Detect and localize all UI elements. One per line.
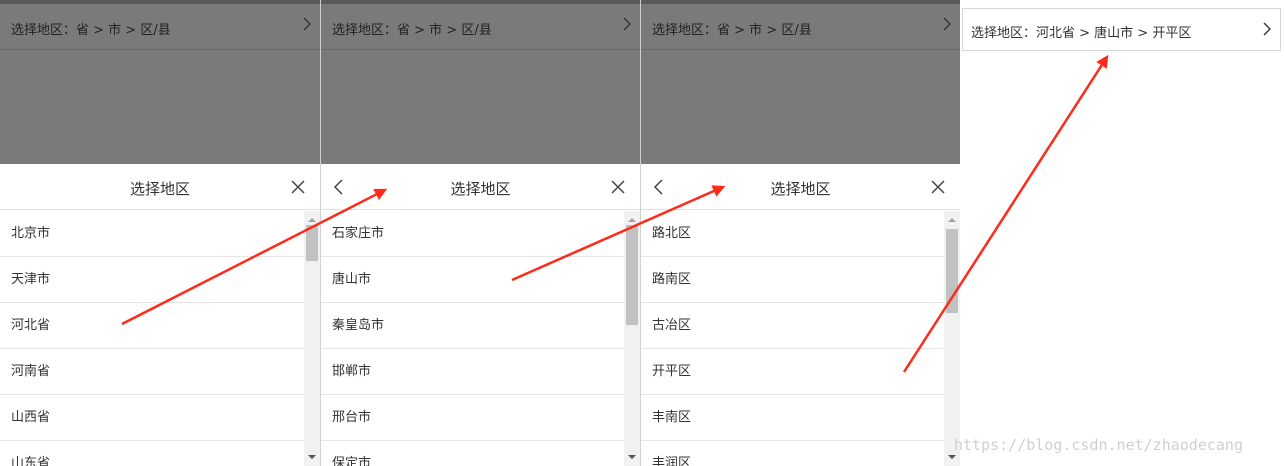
scrollbar-thumb[interactable] <box>306 225 318 261</box>
close-icon[interactable] <box>610 179 626 195</box>
scroll-up-arrow-icon[interactable] <box>308 218 316 222</box>
sheet-title: 选择地区 <box>770 180 831 198</box>
region-sheet: 选择地区 北京市 天津市 河北省 河南省 山西省 山东省 <box>0 164 320 466</box>
chevron-right-icon <box>623 17 631 31</box>
scroll-down-arrow-icon[interactable] <box>628 455 636 459</box>
list-item[interactable]: 邢台市 <box>321 395 624 441</box>
sheet-title: 选择地区 <box>450 180 511 198</box>
sheet-header: 选择地区 <box>321 164 640 210</box>
region-selector-row[interactable]: 选择地区：省 > 市 > 区/县 <box>321 4 640 50</box>
region-selector-row[interactable]: 选择地区：河北省 > 唐山市 > 开平区 <box>962 8 1281 51</box>
region-picker-province-step: 选择地区：省 > 市 > 区/县 选择地区 北京市 天津市 河北省 河南省 山西… <box>0 0 320 466</box>
sheet-header: 选择地区 <box>641 164 960 210</box>
scrollbar-thumb[interactable] <box>946 229 958 313</box>
scroll-down-arrow-icon[interactable] <box>948 455 956 459</box>
scrollbar[interactable] <box>944 211 960 466</box>
list-item[interactable]: 丰润区 <box>641 441 944 466</box>
region-list: 路北区 路南区 古冶区 开平区 丰南区 丰润区 <box>641 211 944 466</box>
chevron-right-icon <box>943 17 951 31</box>
region-selector-text: 选择地区：省 > 市 > 区/县 <box>11 23 171 38</box>
sheet-header: 选择地区 <box>0 164 320 210</box>
chevron-right-icon <box>303 17 311 31</box>
list-item[interactable]: 山东省 <box>0 441 304 466</box>
region-picker-district-step: 选择地区：省 > 市 > 区/县 选择地区 路北区 路南区 古冶区 开平区 丰南… <box>641 0 960 466</box>
region-selector-text: 选择地区：省 > 市 > 区/县 <box>332 23 492 38</box>
close-icon[interactable] <box>290 179 306 195</box>
scroll-down-arrow-icon[interactable] <box>308 455 316 459</box>
region-sheet: 选择地区 路北区 路南区 古冶区 开平区 丰南区 丰润区 <box>641 164 960 466</box>
list-item[interactable]: 古冶区 <box>641 303 944 349</box>
list-item[interactable]: 河南省 <box>0 349 304 395</box>
region-sheet: 选择地区 石家庄市 唐山市 秦皇岛市 邯郸市 邢台市 保定市 <box>321 164 640 466</box>
list-item[interactable]: 保定市 <box>321 441 624 466</box>
list-item[interactable]: 邯郸市 <box>321 349 624 395</box>
list-item[interactable]: 石家庄市 <box>321 211 624 257</box>
scrollbar[interactable] <box>624 211 640 466</box>
list-item[interactable]: 河北省 <box>0 303 304 349</box>
list-item[interactable]: 天津市 <box>0 257 304 303</box>
scrollbar-thumb[interactable] <box>626 225 638 325</box>
region-list: 石家庄市 唐山市 秦皇岛市 邯郸市 邢台市 保定市 <box>321 211 624 466</box>
region-picker-city-step: 选择地区：省 > 市 > 区/县 选择地区 石家庄市 唐山市 秦皇岛市 邯郸市 … <box>321 0 640 466</box>
list-item[interactable]: 北京市 <box>0 211 304 257</box>
region-selector-result: 选择地区：河北省 > 唐山市 > 开平区 <box>960 0 1284 466</box>
region-selector-row[interactable]: 选择地区：省 > 市 > 区/县 <box>0 4 320 50</box>
scrollbar[interactable] <box>304 211 320 466</box>
close-icon[interactable] <box>930 179 946 195</box>
region-selector-row[interactable]: 选择地区：省 > 市 > 区/县 <box>641 4 960 50</box>
sheet-title: 选择地区 <box>129 180 190 198</box>
scroll-up-arrow-icon[interactable] <box>948 218 956 222</box>
region-selector-text: 选择地区：省 > 市 > 区/县 <box>652 23 812 38</box>
list-item[interactable]: 山西省 <box>0 395 304 441</box>
list-item[interactable]: 路南区 <box>641 257 944 303</box>
list-item[interactable]: 唐山市 <box>321 257 624 303</box>
selected-region-text: 选择地区：河北省 > 唐山市 > 开平区 <box>971 26 1192 41</box>
list-item[interactable]: 丰南区 <box>641 395 944 441</box>
region-list: 北京市 天津市 河北省 河南省 山西省 山东省 <box>0 211 304 466</box>
list-item[interactable]: 秦皇岛市 <box>321 303 624 349</box>
watermark: https://blog.csdn.net/zhaodecang <box>954 436 1243 454</box>
scroll-up-arrow-icon[interactable] <box>628 218 636 222</box>
list-item[interactable]: 路北区 <box>641 211 944 257</box>
chevron-right-icon <box>1263 22 1271 36</box>
list-item[interactable]: 开平区 <box>641 349 944 395</box>
